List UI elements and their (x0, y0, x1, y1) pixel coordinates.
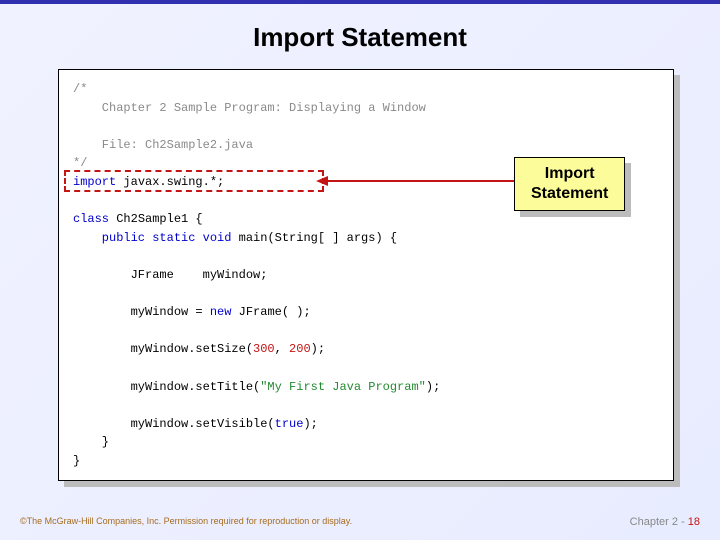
code-line-settitle-c: ); (426, 380, 440, 394)
arrow-line (326, 180, 516, 182)
code-class-keyword: class (73, 212, 109, 226)
page-sep: - (678, 516, 688, 528)
code-line-setvisible-c: ); (303, 417, 317, 431)
callout-box: Import Statement (514, 157, 625, 211)
code-line-settitle-a: myWindow.setTitle( (73, 380, 260, 394)
code-comment-open: /* (73, 82, 87, 96)
callout-container: Import Statement (514, 157, 625, 211)
footer: ©The McGraw-Hill Companies, Inc. Permiss… (20, 516, 700, 528)
code-class-rest: Ch2Sample1 { (109, 212, 203, 226)
arrow-head-icon (316, 176, 328, 186)
code-box: /* Chapter 2 Sample Program: Displaying … (58, 69, 674, 481)
callout-line2: Statement (531, 184, 608, 204)
code-num-300: 300 (253, 342, 275, 356)
code-close-outer: } (73, 454, 80, 468)
code-line-setvisible-a: myWindow.setVisible( (73, 417, 275, 431)
code-comment-line2: File: Ch2Sample2.java (73, 138, 253, 152)
callout-line1: Import (531, 164, 608, 184)
code-comment-close: */ (73, 156, 87, 170)
code-str-title: "My First Java Program" (260, 380, 426, 394)
page-number: Chapter 2 - 18 (630, 516, 700, 528)
code-line-new-c: JFrame( ); (231, 305, 310, 319)
code-line-jframe: JFrame myWindow; (73, 268, 267, 282)
code-close-inner: } (73, 435, 109, 449)
code-line-setsize-e: ); (311, 342, 325, 356)
code-comment-line1: Chapter 2 Sample Program: Displaying a W… (73, 101, 426, 115)
code-line-new-kw: new (210, 305, 232, 319)
code-box-container: /* Chapter 2 Sample Program: Displaying … (58, 69, 674, 481)
code-line-setsize-a: myWindow.setSize( (73, 342, 253, 356)
code-import-keyword: import (73, 175, 116, 189)
code-psv-keyword: public static void (73, 231, 231, 245)
code-psv-rest: main(String[ ] args) { (231, 231, 397, 245)
code-num-200: 200 (289, 342, 311, 356)
code-line-setsize-c: , (275, 342, 289, 356)
chapter-label: Chapter 2 (630, 516, 678, 528)
code-line-new-a: myWindow = (73, 305, 210, 319)
slide-title: Import Statement (0, 22, 720, 53)
page-num: 18 (688, 516, 700, 528)
copyright-text: ©The McGraw-Hill Companies, Inc. Permiss… (20, 516, 352, 526)
code-bool-true: true (275, 417, 304, 431)
code-import-rest: javax.swing.*; (116, 175, 224, 189)
